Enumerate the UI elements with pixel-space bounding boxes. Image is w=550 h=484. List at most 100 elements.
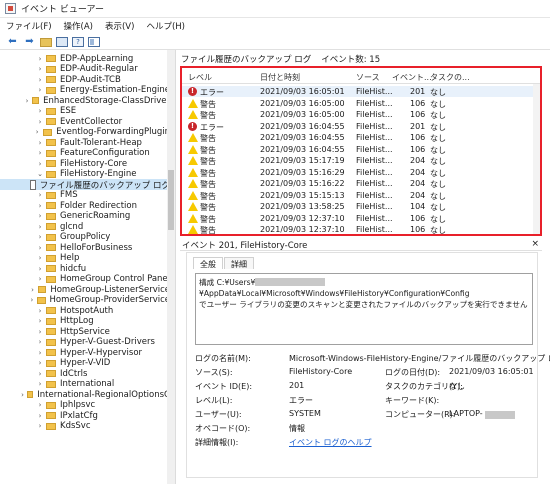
tree-item[interactable]: › HotspotAuth xyxy=(0,305,170,316)
chevron-right-icon[interactable]: › xyxy=(36,223,44,231)
tree-item[interactable]: › EDP-AppLearning xyxy=(0,53,170,64)
tree-item[interactable]: › Hyper-V-VID xyxy=(0,358,170,369)
forward-arrow-icon[interactable]: ➡ xyxy=(23,35,36,48)
event-list[interactable]: レベル 日付と時刻 ソース イベント... タスクの... ! エラー 2021/0… xyxy=(180,66,542,236)
chevron-right-icon[interactable]: › xyxy=(29,296,35,304)
chevron-right-icon[interactable]: › xyxy=(36,254,44,262)
chevron-down-icon[interactable]: ⌄ xyxy=(36,170,44,178)
tree-item[interactable]: › HomeGroup-ListenerService xyxy=(0,284,170,295)
chevron-right-icon[interactable]: › xyxy=(36,212,44,220)
chevron-right-icon[interactable]: › xyxy=(36,244,44,252)
tree-item[interactable]: › HttpLog xyxy=(0,316,170,327)
tree-item[interactable]: › IPxlatCfg xyxy=(0,410,170,421)
tree-item[interactable]: › HelloForBusiness xyxy=(0,242,170,253)
menu-help[interactable]: ヘルプ(H) xyxy=(146,20,185,32)
log-tree[interactable]: › EDP-AppLearning › EDP-Audit-Regular › EDP-A… xyxy=(0,50,176,484)
chevron-right-icon[interactable]: › xyxy=(36,139,44,147)
menu-file[interactable]: ファイル(F) xyxy=(6,20,52,32)
event-row[interactable]: 警告 2021/09/03 16:05:00 FileHist... 106 なし xyxy=(182,109,540,120)
tree-item[interactable]: › FileHistory-Core xyxy=(0,158,170,169)
panel-toggle-icon[interactable] xyxy=(88,36,100,47)
chevron-right-icon[interactable]: › xyxy=(36,160,44,168)
tree-item[interactable]: › Hyper-V-Hypervisor xyxy=(0,347,170,358)
help-icon[interactable]: ? xyxy=(72,36,84,47)
back-arrow-icon[interactable]: ⬅ xyxy=(6,35,19,48)
tree-item[interactable]: › EventCollector xyxy=(0,116,170,127)
chevron-right-icon[interactable]: › xyxy=(36,107,44,115)
tree-item[interactable]: › FeatureConfiguration xyxy=(0,148,170,159)
tree-item[interactable]: › Energy-Estimation-Engine xyxy=(0,85,170,96)
tree-item[interactable]: › Hyper-V-Guest-Drivers xyxy=(0,337,170,348)
col-task[interactable]: タスクの... xyxy=(430,72,470,83)
tree-item-selected-log[interactable]: ファイル履歴のバックアップ ログ xyxy=(0,179,170,191)
tree-item[interactable]: › ESE xyxy=(0,106,170,117)
chevron-right-icon[interactable]: › xyxy=(36,359,44,367)
chevron-right-icon[interactable]: › xyxy=(36,118,44,126)
tree-item[interactable]: › KdsSvc xyxy=(0,421,170,432)
tab-general[interactable]: 全般 xyxy=(193,257,223,269)
menu-view[interactable]: 表示(V) xyxy=(105,20,134,32)
tree-item[interactable]: › GroupPolicy xyxy=(0,232,170,243)
tree-item[interactable]: › International-RegionalOptionsC xyxy=(0,389,170,400)
tab-details[interactable]: 詳細 xyxy=(224,257,254,269)
chevron-right-icon[interactable]: › xyxy=(36,233,44,241)
chevron-right-icon[interactable]: › xyxy=(36,149,44,157)
tree-item[interactable]: › HomeGroup-ProviderService xyxy=(0,295,170,306)
chevron-right-icon[interactable]: › xyxy=(36,55,44,63)
tree-item[interactable]: › glcnd xyxy=(0,221,170,232)
chevron-right-icon[interactable]: › xyxy=(36,328,44,336)
tree-item[interactable]: › IdCtrls xyxy=(0,368,170,379)
chevron-right-icon[interactable]: › xyxy=(36,380,44,388)
chevron-right-icon[interactable]: › xyxy=(36,307,44,315)
tree-item[interactable]: › EDP-Audit-Regular xyxy=(0,64,170,75)
chevron-right-icon[interactable]: › xyxy=(36,265,44,273)
tree-item[interactable]: › Folder Redirection xyxy=(0,200,170,211)
tree-item[interactable]: › GenericRoaming xyxy=(0,211,170,222)
tree-item[interactable]: › Eventlog-ForwardingPlugin xyxy=(0,127,170,138)
col-date[interactable]: 日付と時刻 xyxy=(260,72,300,83)
event-message[interactable]: 構成 C:¥Users¥ ¥AppData¥Local¥Microsoft¥Win… xyxy=(195,273,533,345)
chevron-right-icon[interactable]: › xyxy=(36,422,44,430)
tree-item[interactable]: › International xyxy=(0,379,170,390)
event-row[interactable]: ! エラー 2021/09/03 16:05:01 FileHist... 201 なし xyxy=(182,86,540,97)
tree-item[interactable]: › EnhancedStorage-ClassDriver xyxy=(0,95,170,106)
close-icon[interactable]: × xyxy=(531,239,539,249)
event-row[interactable]: 警告 2021/09/03 12:37:10 FileHist... 106 なし xyxy=(182,213,540,224)
event-row[interactable]: 警告 2021/09/03 16:04:55 FileHist... 106 なし xyxy=(182,132,540,143)
event-row[interactable]: 警告 2021/09/03 15:16:29 FileHist... 204 なし xyxy=(182,167,540,178)
tree-item[interactable]: › EDP-Audit-TCB xyxy=(0,74,170,85)
tree-item[interactable]: › HomeGroup Control Panel xyxy=(0,274,170,285)
event-row[interactable]: 警告 2021/09/03 15:15:13 FileHist... 204 なし xyxy=(182,190,540,201)
chevron-right-icon[interactable]: › xyxy=(36,412,44,420)
chevron-right-icon[interactable]: › xyxy=(36,76,44,84)
panel-icon[interactable] xyxy=(56,36,68,47)
event-row[interactable]: 警告 2021/09/03 16:05:00 FileHist... 106 なし xyxy=(182,98,540,109)
menu-action[interactable]: 操作(A) xyxy=(64,20,93,32)
list-scrollbar[interactable] xyxy=(533,84,540,234)
event-row[interactable]: ! エラー 2021/09/03 16:04:55 FileHist... 201 なし xyxy=(182,121,540,132)
event-row[interactable]: 警告 2021/09/03 15:17:19 FileHist... 204 なし xyxy=(182,155,540,166)
tree-item[interactable]: › Iphlpsvc xyxy=(0,400,170,411)
tree-item[interactable]: › FMS xyxy=(0,190,170,201)
event-row[interactable]: 警告 2021/09/03 15:16:22 FileHist... 204 なし xyxy=(182,178,540,189)
chevron-right-icon[interactable]: › xyxy=(36,202,44,210)
chevron-right-icon[interactable]: › xyxy=(36,349,44,357)
col-level[interactable]: レベル xyxy=(188,72,212,83)
folder-icon[interactable] xyxy=(40,38,52,47)
chevron-right-icon[interactable]: › xyxy=(24,97,29,105)
tree-item[interactable]: › Fault-Tolerant-Heap xyxy=(0,137,170,148)
tree-scroll-thumb[interactable] xyxy=(168,170,174,230)
chevron-right-icon[interactable]: › xyxy=(36,401,44,409)
chevron-right-icon[interactable]: › xyxy=(33,128,40,136)
eventlog-help-link[interactable]: イベント ログのヘルプ xyxy=(289,437,372,448)
event-row[interactable]: 警告 2021/09/03 13:58:25 FileHist... 104 なし xyxy=(182,201,540,212)
chevron-right-icon[interactable]: › xyxy=(29,286,36,294)
col-eventid[interactable]: イベント... xyxy=(392,72,432,83)
chevron-right-icon[interactable]: › xyxy=(36,191,44,199)
tree-item[interactable]: › hidcfu xyxy=(0,263,170,274)
tree-scrollbar[interactable] xyxy=(167,50,175,484)
chevron-right-icon[interactable]: › xyxy=(20,391,25,399)
chevron-right-icon[interactable]: › xyxy=(36,317,44,325)
col-source[interactable]: ソース xyxy=(356,72,380,83)
chevron-right-icon[interactable]: › xyxy=(36,86,44,94)
